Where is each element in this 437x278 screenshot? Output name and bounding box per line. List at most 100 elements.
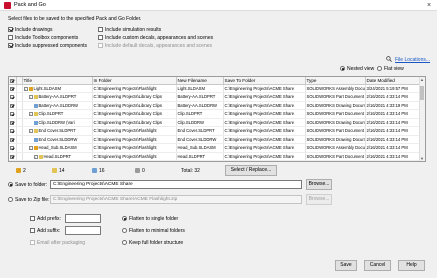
table-row[interactable]: Clip.SLDDRW (Vari C:\Engineering Projects…: [9, 118, 421, 127]
drawing-file-icon: [33, 137, 38, 142]
nested-view-label: Nested view: [347, 66, 375, 72]
collapse-icon[interactable]: -: [23, 86, 28, 91]
close-icon[interactable]: ×: [424, 1, 434, 10]
row-date-modified: 2/16/2021 4:33:19 PM: [365, 101, 421, 110]
row-include-checkbox[interactable]: [9, 126, 17, 136]
row-new-filename: Head.SLDPRT: [176, 152, 224, 161]
file-locations-link[interactable]: File Locations...: [395, 57, 430, 63]
include-toolbox-checkbox[interactable]: [8, 35, 13, 40]
column-date-modified[interactable]: Date Modified: [365, 77, 421, 85]
row-title[interactable]: - Head_Sub.SLDASM: [22, 143, 93, 153]
row-title[interactable]: - End Cover.SLDPRT: [22, 126, 93, 136]
collapse-icon[interactable]: -: [33, 154, 38, 159]
column-new-filename[interactable]: New Filename: [176, 77, 224, 85]
save-folder-input[interactable]: C:\Engineering Projects\ACME Share: [50, 180, 302, 189]
assembly-file-icon: [33, 146, 38, 151]
window-title: Pack and Go: [14, 2, 46, 8]
row-save-to-folder: C:\Engineering Projects\ACME Share: [223, 109, 306, 119]
save-button[interactable]: Save: [335, 260, 357, 271]
row-in-folder: C:\Engineering Projects\Flashlight: [92, 84, 177, 93]
browse-zip-button[interactable]: Browse...: [306, 194, 332, 205]
part-file-icon: [33, 95, 38, 100]
column-title[interactable]: Title: [22, 77, 93, 85]
table-row[interactable]: - Head_Sub.SLDASM C:\Engineering Projects\…: [9, 143, 421, 153]
help-button[interactable]: Help: [398, 260, 425, 271]
flat-view-radio[interactable]: [377, 66, 382, 71]
row-title[interactable]: Clip.SLDDRW (Vari: [22, 118, 93, 127]
prefix-input[interactable]: [65, 214, 101, 223]
row-save-to-folder: C:\Engineering Projects\ACME Share: [223, 84, 306, 93]
row-title[interactable]: - Head.SLDPRT: [22, 152, 93, 161]
select-replace-button[interactable]: Select / Replace...: [225, 165, 277, 176]
row-type: SOLIDWORKS Drawing Document: [305, 118, 366, 127]
table-row[interactable]: - Head.SLDPRT C:\Engineering Projects\Flas…: [9, 152, 421, 161]
part-count: 14: [59, 168, 65, 174]
include-drawings-checkbox[interactable]: [8, 27, 13, 32]
collapse-icon[interactable]: -: [28, 146, 33, 151]
include-simulation-checkbox[interactable]: [98, 27, 103, 32]
table-row[interactable]: - Clip.SLDPRT C:\Engineering Projects\Libr…: [9, 109, 421, 119]
row-include-checkbox[interactable]: [9, 135, 17, 144]
row-save-to-folder: C:\Engineering Projects\ACME Share: [223, 143, 306, 153]
save-to-folder-radio[interactable]: [8, 182, 13, 187]
row-title[interactable]: - Clip.SLDPRT: [22, 109, 93, 119]
row-type: SOLIDWORKS Part Document: [305, 109, 366, 119]
collapse-icon[interactable]: -: [28, 112, 33, 117]
row-date-modified: 2/16/2021 4:33:14 PM: [365, 92, 421, 102]
table-row[interactable]: Battery-AA.SLDDRW C:\Engineering Projects…: [9, 101, 421, 110]
row-include-checkbox[interactable]: [9, 109, 17, 119]
select-all-column[interactable]: [9, 77, 17, 85]
scroll-down-arrow-icon[interactable]: ▼: [419, 156, 425, 161]
flatten-minimal-radio[interactable]: [122, 228, 127, 233]
row-save-to-folder: C:\Engineering Projects\ACME Share: [223, 92, 306, 102]
part-file-icon: [33, 129, 38, 134]
row-include-checkbox[interactable]: [9, 152, 17, 161]
scrollbar-thumb[interactable]: [420, 86, 424, 100]
save-to-zip-radio[interactable]: [8, 197, 13, 202]
column-save-to-folder[interactable]: Save To Folder: [223, 77, 306, 85]
include-suppressed-checkbox[interactable]: [8, 43, 13, 48]
column-in-folder[interactable]: In Folder: [92, 77, 177, 85]
table-row[interactable]: - Light.SLDASM C:\Engineering Projects\Fla…: [9, 84, 421, 93]
row-date-modified: 2/16/2021 4:33:14 PM: [365, 135, 421, 144]
email-after-packaging-checkbox[interactable]: [30, 240, 35, 245]
row-include-checkbox[interactable]: [9, 118, 17, 127]
instruction-text: Select files to be saved to the specifie…: [8, 16, 142, 22]
row-title[interactable]: - Light.SLDASM: [22, 84, 93, 93]
row-include-checkbox[interactable]: [9, 143, 17, 153]
include-custom-decals-checkbox[interactable]: [98, 35, 103, 40]
save-zip-input[interactable]: C:\Engineering Projects\ACME Share\ACME …: [50, 195, 302, 204]
include-toolbox-label: Include Toolbox components: [15, 35, 79, 41]
row-include-checkbox[interactable]: [9, 84, 17, 93]
row-save-to-folder: C:\Engineering Projects\ACME Share: [223, 135, 306, 144]
row-title[interactable]: End Cover.SLDDRW: [22, 135, 93, 144]
browse-folder-button[interactable]: Browse...: [306, 179, 332, 190]
row-title[interactable]: Battery-AA.SLDDRW: [22, 101, 93, 110]
flatten-single-radio[interactable]: [122, 216, 127, 221]
row-title-text: Clip.SLDDRW (Vari: [38, 119, 75, 125]
table-row[interactable]: - Battery-AA.SLDPRT C:\Engineering Project…: [9, 92, 421, 102]
assembly-count: 2: [23, 168, 26, 174]
row-include-checkbox[interactable]: [9, 101, 17, 110]
add-prefix-label: Add prefix:: [37, 216, 61, 222]
column-type[interactable]: Type: [305, 77, 366, 85]
scroll-up-arrow-icon[interactable]: ▲: [419, 77, 425, 82]
cancel-button[interactable]: Cancel: [364, 260, 391, 271]
table-row[interactable]: End Cover.SLDDRW C:\Engineering Projects\…: [9, 135, 421, 144]
collapse-icon[interactable]: -: [28, 95, 33, 100]
save-to-folder-label: Save to folder:: [15, 182, 48, 188]
row-title[interactable]: - Battery-AA.SLDPRT: [22, 92, 93, 102]
suffix-input[interactable]: [65, 226, 101, 235]
assembly-file-icon: [28, 86, 33, 91]
table-row[interactable]: - End Cover.SLDPRT C:\Engineering Projects…: [9, 126, 421, 136]
keep-structure-radio[interactable]: [122, 240, 127, 245]
row-include-checkbox[interactable]: [9, 92, 17, 102]
add-prefix-checkbox[interactable]: [30, 216, 35, 221]
add-suffix-checkbox[interactable]: [30, 228, 35, 233]
row-save-to-folder: C:\Engineering Projects\ACME Share: [223, 118, 306, 127]
row-in-folder: C:\Engineering Projects\Library Clips: [92, 92, 177, 102]
include-default-decals-checkbox[interactable]: [98, 43, 103, 48]
collapse-icon[interactable]: -: [28, 129, 33, 134]
total-count: Total: 32: [181, 168, 200, 174]
nested-view-radio[interactable]: [340, 66, 345, 71]
